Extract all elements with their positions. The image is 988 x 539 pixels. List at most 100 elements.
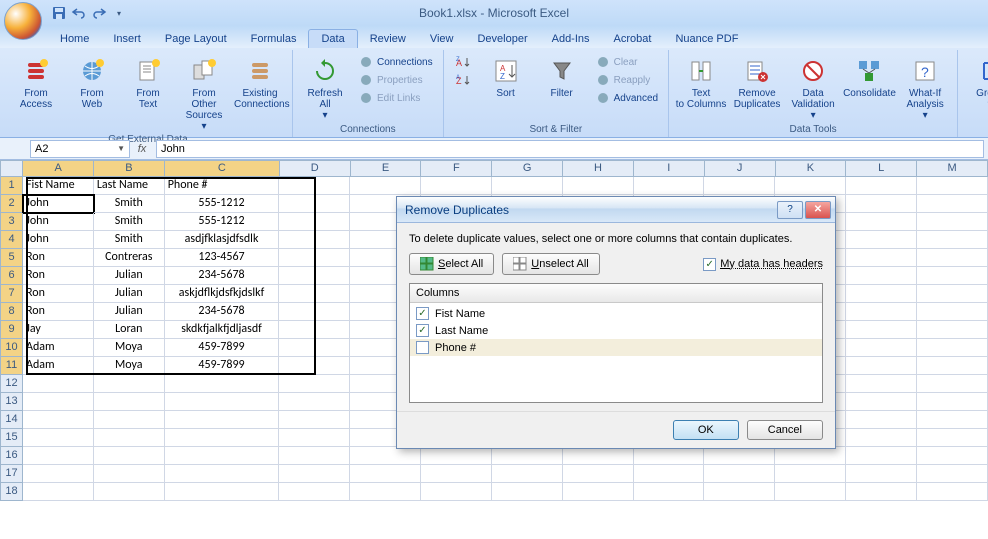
cell[interactable] xyxy=(917,303,988,321)
cell[interactable]: 555-1212 xyxy=(165,213,280,231)
cell[interactable] xyxy=(846,195,917,213)
column-header-F[interactable]: F xyxy=(421,160,492,177)
cell[interactable] xyxy=(23,447,94,465)
cell[interactable] xyxy=(23,393,94,411)
row-header[interactable]: 2 xyxy=(0,195,23,213)
cell[interactable]: Contreras xyxy=(94,249,165,267)
consolidate-button[interactable]: Consolidate xyxy=(843,52,895,99)
cell[interactable]: Jay xyxy=(23,321,94,339)
row-header[interactable]: 16 xyxy=(0,447,23,465)
cell[interactable] xyxy=(917,393,988,411)
column-option-fist-name[interactable]: ✓Fist Name xyxy=(410,305,822,322)
cell[interactable] xyxy=(917,411,988,429)
what-if-analysis--button[interactable]: ?What-IfAnalysis▾ xyxy=(899,52,951,121)
cell[interactable] xyxy=(94,429,165,447)
row-header[interactable]: 5 xyxy=(0,249,23,267)
cell[interactable] xyxy=(846,393,917,411)
cell[interactable] xyxy=(917,231,988,249)
cell[interactable] xyxy=(279,465,350,483)
column-header-B[interactable]: B xyxy=(94,160,165,177)
cell[interactable] xyxy=(279,231,350,249)
cancel-button[interactable]: Cancel xyxy=(747,420,823,440)
cell[interactable] xyxy=(846,465,917,483)
cell[interactable]: Ron xyxy=(23,249,94,267)
fx-icon[interactable]: fx xyxy=(132,143,152,155)
cell[interactable]: 459-7899 xyxy=(165,339,280,357)
cell[interactable] xyxy=(563,447,634,465)
cell[interactable] xyxy=(165,465,280,483)
cell[interactable] xyxy=(563,177,634,195)
cell[interactable] xyxy=(279,483,350,501)
cell[interactable] xyxy=(775,447,846,465)
text-to-columns-button[interactable]: Textto Columns xyxy=(675,52,727,110)
cell[interactable] xyxy=(846,411,917,429)
cell[interactable]: Julian xyxy=(94,285,165,303)
cell[interactable]: John xyxy=(23,195,94,213)
columns-listbox[interactable]: Columns ✓Fist Name✓Last NamePhone # xyxy=(409,283,823,403)
tab-add-ins[interactable]: Add-Ins xyxy=(540,30,602,48)
cell[interactable] xyxy=(917,357,988,375)
cell[interactable] xyxy=(704,483,775,501)
cell[interactable]: Loran xyxy=(94,321,165,339)
cell[interactable] xyxy=(492,483,563,501)
cell[interactable]: 459-7899 xyxy=(165,357,280,375)
existing-connections-button[interactable]: ExistingConnections xyxy=(234,52,286,110)
tab-formulas[interactable]: Formulas xyxy=(239,30,309,48)
row-header[interactable]: 7 xyxy=(0,285,23,303)
cell[interactable] xyxy=(846,447,917,465)
dialog-titlebar[interactable]: Remove Duplicates ? ✕ xyxy=(397,197,835,223)
cell[interactable]: John xyxy=(23,213,94,231)
column-header-H[interactable]: H xyxy=(563,160,634,177)
cell[interactable] xyxy=(846,483,917,501)
cell[interactable] xyxy=(917,285,988,303)
cell[interactable] xyxy=(279,429,350,447)
from-web-button[interactable]: FromWeb xyxy=(66,52,118,110)
cell[interactable] xyxy=(634,465,705,483)
cell[interactable] xyxy=(279,285,350,303)
refresh-all--button[interactable]: RefreshAll▾ xyxy=(299,52,351,121)
cell[interactable] xyxy=(704,465,775,483)
cell[interactable]: Smith xyxy=(94,195,165,213)
cell[interactable]: asdjfklasjdfsdlk xyxy=(165,231,280,249)
cell[interactable] xyxy=(165,411,280,429)
cell[interactable] xyxy=(279,249,350,267)
redo-icon[interactable] xyxy=(90,4,108,22)
cell[interactable] xyxy=(917,483,988,501)
cell[interactable] xyxy=(279,393,350,411)
cell[interactable] xyxy=(350,465,421,483)
column-header-I[interactable]: I xyxy=(634,160,705,177)
cell[interactable] xyxy=(350,177,421,195)
cell[interactable]: Ron xyxy=(23,267,94,285)
cell[interactable]: Fist Name xyxy=(23,177,94,195)
column-option-phone-[interactable]: Phone # xyxy=(410,339,822,356)
cell[interactable] xyxy=(846,321,917,339)
select-all-corner[interactable] xyxy=(0,160,23,177)
cell[interactable] xyxy=(279,375,350,393)
cell[interactable] xyxy=(279,303,350,321)
from-access-button[interactable]: FromAccess xyxy=(10,52,62,110)
column-header-J[interactable]: J xyxy=(705,160,776,177)
column-header-E[interactable]: E xyxy=(351,160,422,177)
tab-acrobat[interactable]: Acrobat xyxy=(602,30,664,48)
cell[interactable] xyxy=(279,213,350,231)
cell[interactable] xyxy=(94,483,165,501)
cell[interactable]: skdkfjalkfjdljasdf xyxy=(165,321,280,339)
cell[interactable]: 555-1212 xyxy=(165,195,280,213)
from-text-button[interactable]: FromText xyxy=(122,52,174,110)
sort-button[interactable]: AZSort xyxy=(480,52,532,99)
tab-view[interactable]: View xyxy=(418,30,466,48)
cell[interactable] xyxy=(704,447,775,465)
cell[interactable] xyxy=(917,447,988,465)
column-header-C[interactable]: C xyxy=(165,160,280,177)
cell[interactable] xyxy=(492,177,563,195)
cell[interactable]: Smith xyxy=(94,231,165,249)
row-header[interactable]: 10 xyxy=(0,339,23,357)
cell[interactable] xyxy=(279,195,350,213)
cell[interactable] xyxy=(917,249,988,267)
cell[interactable] xyxy=(917,375,988,393)
row-header[interactable]: 1 xyxy=(0,177,23,195)
cell[interactable] xyxy=(421,465,492,483)
cell[interactable] xyxy=(421,177,492,195)
tab-data[interactable]: Data xyxy=(308,29,357,48)
cell[interactable]: Julian xyxy=(94,267,165,285)
